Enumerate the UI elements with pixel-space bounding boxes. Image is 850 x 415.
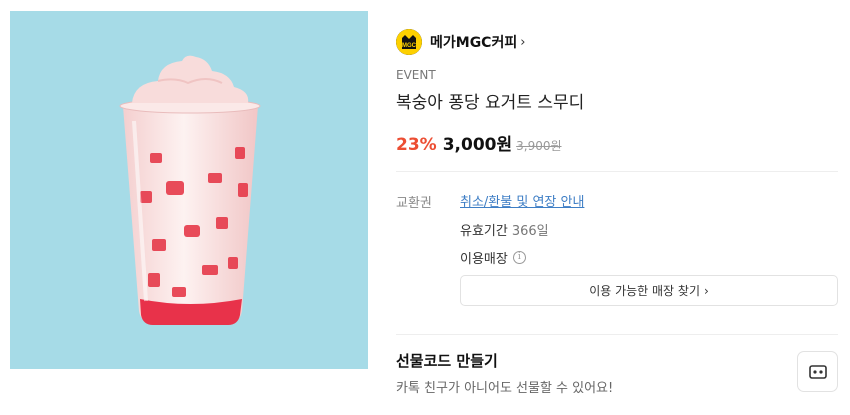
validity-row: 유효기간 366일 [460,220,549,239]
original-price: 3,900원 [516,139,562,153]
divider [396,334,838,335]
gift-code-button[interactable] [797,351,838,392]
product-title: 복숭아 퐁당 요거트 스무디 [396,93,585,113]
divider [396,171,838,172]
chevron-right-icon: › [704,283,709,298]
find-store-button[interactable]: 이용 가능한 매장 찾기 › [460,275,838,306]
product-image [10,11,368,369]
find-store-label: 이용 가능한 매장 찾기 [589,284,700,298]
logo-lettering: MGC [402,43,417,49]
stores-label: 이용매장 [460,252,508,267]
validity-label: 유효기간 [460,224,508,239]
voucher-label: 교환권 [396,196,432,211]
gift-code-title: 선물코드 만들기 [396,352,498,370]
sale-price: 3,000원 [442,135,513,155]
gift-code-description: 카톡 친구가 아니어도 선물할 수 있어요! [396,381,614,396]
smoothie-cup-illustration [119,55,261,325]
refund-policy-link[interactable]: 취소/환불 및 연장 안내 [460,191,584,210]
chevron-right-icon: › [520,34,526,50]
megacoffee-logo: MGC [396,29,422,55]
event-tag: EVENT [396,68,436,82]
discount-rate: 23% [396,135,437,155]
brand-link[interactable]: MGC 메가MGC커피 › [396,28,525,56]
price-row: 23% 3,000원 3,900원 [396,130,562,155]
validity-value: 366일 [511,224,549,239]
stores-row: 이용매장 i [460,248,526,267]
gift-code-icon [808,364,827,379]
brand-name: 메가MGC커피 [430,35,518,51]
info-icon[interactable]: i [512,251,526,264]
